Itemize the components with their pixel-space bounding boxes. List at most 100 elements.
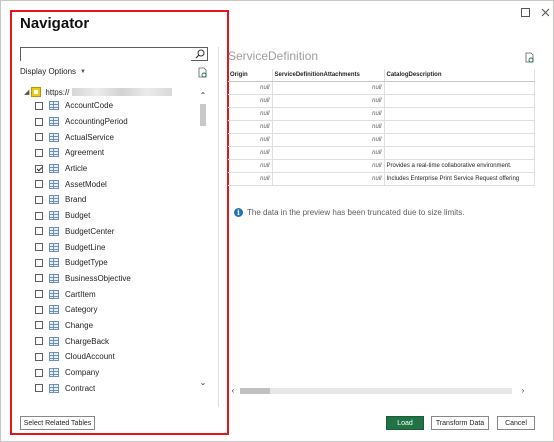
column-header[interactable]: CatalogDescription — [384, 69, 535, 82]
tree-item[interactable]: Agreement — [35, 145, 197, 161]
table-icon — [49, 352, 59, 362]
table-icon — [49, 195, 59, 205]
select-related-tables-button[interactable]: Select Related Tables — [20, 416, 95, 430]
table-checkbox[interactable] — [35, 321, 43, 330]
tree-item[interactable]: AccountCode — [35, 98, 197, 114]
tree-item[interactable]: Budget — [35, 208, 197, 224]
table-cell: null — [272, 120, 385, 134]
navigator-dialog: Navigator Display Options ▼ ◢ https:// A… — [0, 0, 554, 442]
table-cell — [384, 94, 535, 108]
table-row: null null — [228, 81, 535, 95]
table-checkbox[interactable] — [35, 133, 43, 142]
tree-item[interactable]: ActualService — [35, 129, 197, 145]
tree-item[interactable]: Article — [35, 161, 197, 177]
table-checkbox[interactable] — [35, 211, 43, 220]
table-checkbox[interactable] — [35, 180, 43, 189]
tree-item[interactable]: BudgetCenter — [35, 224, 197, 240]
maximize-icon[interactable] — [517, 5, 533, 19]
column-header[interactable]: Origin — [228, 69, 273, 82]
tree-item[interactable]: AssetModel — [35, 176, 197, 192]
column-header[interactable]: ServiceDefinitionAttachments — [272, 69, 385, 82]
table-cell: null — [228, 81, 273, 95]
search-input[interactable] — [21, 52, 191, 64]
preview-title: ServiceDefinition — [228, 49, 319, 63]
truncation-notice: i The data in the preview has been trunc… — [234, 208, 464, 217]
table-checkbox[interactable] — [35, 337, 43, 346]
table-cell: Includes Enterprise Print Service Reques… — [384, 172, 535, 186]
tree-item[interactable]: CartItem — [35, 286, 197, 302]
tree-item-label: Category — [65, 305, 98, 315]
tree-item[interactable]: Category — [35, 302, 197, 318]
datasource-icon — [31, 87, 42, 97]
close-icon[interactable] — [537, 5, 553, 19]
vertical-scrollbar[interactable]: ⌃ ⌄ — [198, 91, 208, 391]
table-checkbox[interactable] — [35, 227, 43, 236]
table-icon — [49, 289, 59, 299]
scroll-right-icon[interactable]: › — [518, 386, 528, 396]
expand-triangle-icon[interactable]: ◢ — [24, 88, 29, 96]
table-checkbox[interactable] — [35, 148, 43, 157]
table-icon — [49, 320, 59, 330]
tree-item[interactable]: ChargeBack — [35, 333, 197, 349]
table-row: null null — [228, 133, 535, 147]
scroll-down-icon[interactable]: ⌄ — [198, 378, 208, 388]
table-checkbox[interactable] — [35, 258, 43, 267]
tree-item[interactable]: CloudAccount — [35, 349, 197, 365]
table-checkbox[interactable] — [35, 384, 43, 393]
scroll-thumb[interactable] — [200, 104, 206, 126]
tree-item-label: Company — [65, 368, 100, 378]
preview-table: Origin ServiceDefinitionAttachments Catalo… — [228, 69, 535, 186]
tree-item[interactable]: AccountingPeriod — [35, 114, 197, 130]
table-row: null null — [228, 94, 535, 108]
display-options-label: Display Options — [20, 67, 77, 76]
table-cell: null — [272, 94, 385, 108]
tree-item[interactable]: BudgetLine — [35, 239, 197, 255]
tree-item[interactable]: Contract — [35, 380, 197, 396]
table-cell: null — [272, 81, 385, 95]
table-checkbox[interactable] — [35, 243, 43, 252]
table-icon — [49, 336, 59, 346]
preview-refresh-icon[interactable] — [524, 52, 535, 63]
scroll-track[interactable] — [240, 388, 512, 394]
refresh-icon[interactable] — [197, 67, 208, 78]
table-cell — [384, 120, 535, 134]
table-checkbox[interactable] — [35, 305, 43, 314]
root-url-label: https:// — [45, 87, 70, 97]
table-checkbox[interactable] — [35, 164, 43, 173]
tree-item-label: BudgetLine — [65, 242, 106, 252]
table-cell — [384, 107, 535, 121]
tree-item-label: Change — [65, 320, 94, 330]
table-cell: null — [228, 133, 273, 147]
tree-item[interactable]: Brand — [35, 192, 197, 208]
table-checkbox[interactable] — [35, 368, 43, 377]
scroll-left-icon[interactable]: ‹ — [228, 386, 238, 396]
table-list: AccountCode AccountingPeriod ActualService… — [35, 98, 197, 396]
table-icon — [49, 117, 59, 127]
table-checkbox[interactable] — [35, 352, 43, 361]
tree-root-source[interactable]: ◢ https:// — [24, 87, 173, 97]
table-checkbox[interactable] — [35, 101, 43, 110]
tree-item-label: Agreement — [65, 148, 105, 158]
tree-item[interactable]: BudgetType — [35, 255, 197, 271]
horizontal-scrollbar[interactable]: ‹ › — [228, 386, 534, 396]
tree-item[interactable]: Company — [35, 365, 197, 381]
table-checkbox[interactable] — [35, 274, 43, 283]
cancel-button[interactable]: Cancel — [497, 416, 535, 430]
search-icon[interactable] — [195, 49, 205, 59]
table-icon — [49, 273, 59, 283]
display-options-dropdown[interactable]: Display Options ▼ — [20, 67, 86, 76]
table-icon — [49, 242, 59, 252]
table-cell: null — [272, 159, 385, 173]
tree-item[interactable]: BusinessObjective — [35, 271, 197, 287]
table-checkbox[interactable] — [35, 117, 43, 126]
scroll-up-icon[interactable]: ⌃ — [198, 91, 208, 101]
table-checkbox[interactable] — [35, 195, 43, 204]
table-icon — [49, 383, 59, 393]
tree-item-label: Brand — [65, 195, 87, 205]
search-box[interactable] — [20, 47, 208, 64]
tree-item[interactable]: Change — [35, 318, 197, 334]
transform-data-button[interactable]: Transform Data — [431, 416, 489, 430]
load-button[interactable]: Load — [386, 416, 424, 430]
table-checkbox[interactable] — [35, 290, 43, 299]
scroll-thumb-horizontal[interactable] — [240, 388, 270, 394]
